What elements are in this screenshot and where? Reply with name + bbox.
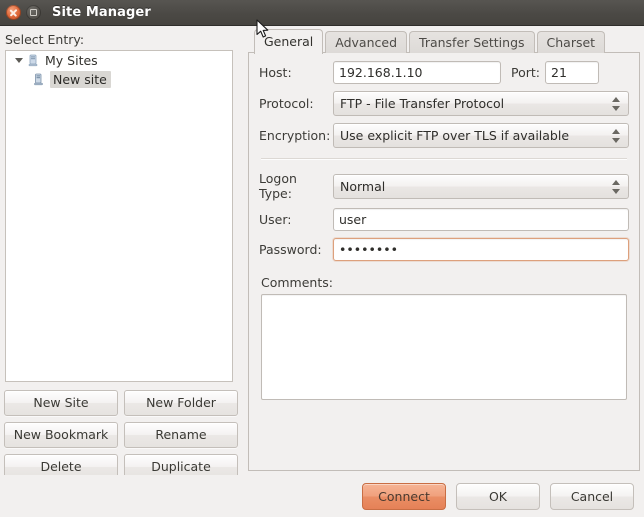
settings-notebook: General Advanced Transfer Settings Chars… [248, 28, 640, 505]
host-row: Host: 192.168.1.10 Port: 21 [259, 61, 629, 84]
tab-advanced[interactable]: Advanced [325, 31, 408, 53]
protocol-row: Protocol: FTP - File Transfer Protocol [259, 91, 629, 116]
encryption-value: Use explicit FTP over TLS if available [340, 128, 570, 143]
password-row: Password: •••••••• [259, 238, 629, 261]
password-input[interactable]: •••••••• [333, 238, 629, 261]
password-label: Password: [259, 242, 322, 257]
tree-item-label: New site [50, 71, 111, 88]
port-input[interactable]: 21 [545, 61, 599, 84]
logon-type-row: Logon Type: Normal [259, 171, 629, 201]
protocol-label: Protocol: [259, 96, 314, 111]
site-tree[interactable]: My Sites New site [5, 50, 233, 382]
tab-transfer-settings[interactable]: Transfer Settings [409, 31, 535, 53]
new-site-button[interactable]: New Site [4, 390, 118, 416]
encryption-select[interactable]: Use explicit FTP over TLS if available [333, 123, 629, 148]
protocol-select[interactable]: FTP - File Transfer Protocol [333, 91, 629, 116]
select-entry-label: Select Entry: [5, 32, 85, 47]
protocol-value: FTP - File Transfer Protocol [340, 96, 505, 111]
spinner-icon [612, 96, 621, 112]
user-row: User: user [259, 208, 629, 231]
encryption-label: Encryption: [259, 128, 331, 143]
close-icon[interactable] [6, 5, 21, 20]
window-title: Site Manager [52, 5, 151, 20]
host-input[interactable]: 192.168.1.10 [333, 61, 501, 84]
user-label: User: [259, 212, 292, 227]
comments-label: Comments: [261, 275, 333, 290]
server-icon [27, 54, 40, 68]
connect-button[interactable]: Connect [362, 482, 446, 510]
site-manager-dialog: Select Entry: My Sites New site New Site… [0, 26, 644, 517]
dialog-action-bar: Connect OK Cancel [0, 475, 644, 517]
server-icon [32, 73, 45, 87]
tab-charset[interactable]: Charset [536, 31, 606, 53]
tree-item-my-sites[interactable]: My Sites [6, 51, 232, 70]
chevron-down-icon[interactable] [12, 58, 25, 63]
logon-type-label: Logon Type: [259, 171, 297, 201]
site-actions-group: New Site New Folder New Bookmark Rename … [4, 390, 238, 480]
spinner-icon [612, 128, 621, 144]
new-bookmark-button[interactable]: New Bookmark [4, 422, 118, 448]
tab-bar: General Advanced Transfer Settings Chars… [248, 28, 640, 54]
new-folder-button[interactable]: New Folder [124, 390, 238, 416]
maximize-icon[interactable] [26, 5, 41, 20]
ok-button[interactable]: OK [456, 482, 540, 510]
encryption-row: Encryption: Use explicit FTP over TLS if… [259, 123, 629, 148]
tree-item-new-site[interactable]: New site [6, 70, 232, 89]
logon-type-select[interactable]: Normal [333, 173, 629, 199]
logon-type-value: Normal [340, 178, 386, 194]
port-label: Port: [511, 65, 540, 80]
spinner-icon [612, 179, 621, 195]
cancel-button[interactable]: Cancel [550, 482, 634, 510]
comments-textarea[interactable] [261, 294, 627, 400]
title-bar: Site Manager [0, 0, 644, 26]
tab-general[interactable]: General [254, 29, 324, 54]
left-pane: Select Entry: My Sites New site New Site… [0, 26, 246, 517]
user-input[interactable]: user [333, 208, 629, 231]
rename-button[interactable]: Rename [124, 422, 238, 448]
section-divider [261, 158, 627, 160]
tree-item-label: My Sites [45, 53, 98, 68]
host-label: Host: [259, 65, 292, 80]
general-tab-panel: Host: 192.168.1.10 Port: 21 Protocol: FT… [248, 52, 640, 471]
